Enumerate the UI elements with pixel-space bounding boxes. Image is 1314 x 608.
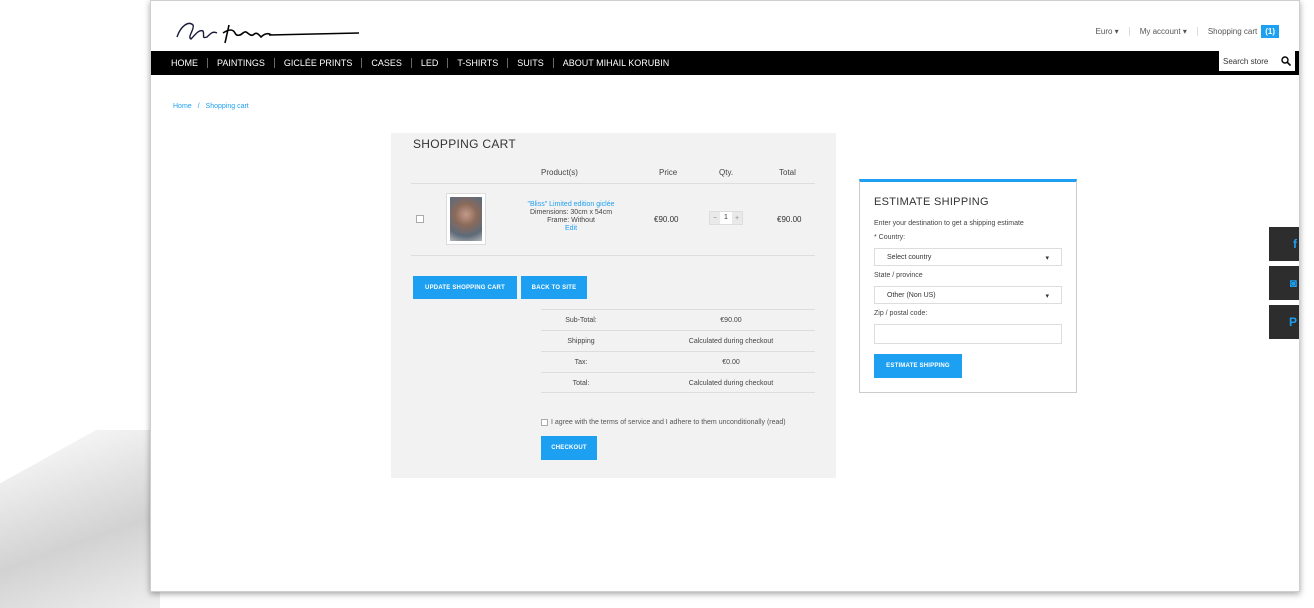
facebook-icon: f — [1293, 237, 1297, 251]
estimate-shipping-panel: ESTIMATE SHIPPING Enter your destination… — [859, 179, 1077, 393]
nav-suits[interactable]: SUITS — [507, 58, 553, 68]
qty-input[interactable]: 1 — [720, 212, 732, 224]
divider — [411, 255, 815, 256]
column-header-qty: Qty. — [719, 168, 734, 177]
subtotal-label: Sub-Total: — [565, 317, 597, 324]
qty-increase-button[interactable]: + — [732, 215, 742, 222]
zip-input[interactable] — [874, 324, 1062, 344]
account-menu[interactable]: My account ▾ — [1128, 27, 1197, 36]
item-price: €90.00 — [654, 215, 679, 224]
product-image — [450, 197, 482, 241]
cart-count-badge: (1) — [1261, 25, 1279, 38]
shipping-title: ESTIMATE SHIPPING — [874, 196, 989, 208]
pinterest-button[interactable]: P — [1269, 305, 1299, 339]
shopping-cart-panel: SHOPPING CART Product(s) Price Qty. Tota… — [391, 133, 836, 478]
shopping-cart-link[interactable]: Shopping cart (1) — [1196, 25, 1289, 38]
account-label: My account — [1139, 27, 1181, 36]
remove-item-checkbox[interactable] — [416, 215, 424, 223]
nav-t-shirts[interactable]: T-SHIRTS — [447, 58, 507, 68]
currency-label: Euro — [1095, 27, 1113, 36]
instagram-icon: ◙ — [1289, 276, 1297, 290]
shipping-intro: Enter your destination to get a shipping… — [874, 220, 1024, 227]
nav-about[interactable]: ABOUT MIHAIL KORUBIN — [552, 58, 679, 68]
brand-logo[interactable] — [173, 15, 363, 49]
column-header-product: Product(s) — [541, 168, 578, 177]
product-info: "Bliss" Limited edition giclée Dimension… — [511, 201, 631, 233]
country-value: Select country — [887, 254, 932, 261]
product-dimensions: Dimensions: 30cm x 54cm — [529, 209, 613, 216]
breadcrumb: Home / Shopping cart — [173, 103, 253, 110]
country-label: * Country: — [874, 234, 906, 241]
instagram-button[interactable]: ◙ — [1269, 266, 1299, 300]
checkout-button[interactable]: CHECKOUT — [541, 436, 597, 460]
dropdown-arrow-icon: ▾ — [1045, 293, 1049, 300]
dropdown-arrow-icon: ▾ — [1045, 255, 1049, 262]
terms-checkbox[interactable] — [541, 419, 548, 426]
cart-label: Shopping cart — [1207, 27, 1258, 36]
breadcrumb-home[interactable]: Home — [173, 103, 192, 110]
item-total: €90.00 — [777, 215, 802, 224]
state-select[interactable]: Other (Non US) ▾ — [874, 286, 1062, 304]
search-input[interactable]: Search store — [1219, 51, 1295, 71]
nav-led[interactable]: LED — [410, 58, 448, 68]
main-nav: HOME PAINTINGS GICLÉE PRINTS CASES LED T… — [151, 51, 1299, 75]
shipping-value: Calculated during checkout — [688, 338, 774, 345]
subtotal-row: Sub-Total: €90.00 — [541, 309, 815, 330]
product-frame: Frame: Without — [547, 217, 595, 224]
country-select[interactable]: Select country ▾ — [874, 248, 1062, 266]
breadcrumb-separator: / — [197, 103, 200, 110]
browser-page: Euro ▾ My account ▾ Shopping cart (1) HOM… — [150, 0, 1300, 592]
column-header-total: Total — [779, 168, 796, 177]
terms-agreement: I agree with the terms of service and I … — [541, 419, 786, 426]
zip-label: Zip / postal code: — [874, 310, 928, 317]
page-shadow — [0, 430, 160, 608]
order-total-row: Total: Calculated during checkout — [541, 372, 815, 393]
qty-decrease-button[interactable]: − — [710, 215, 720, 222]
nav-cases[interactable]: CASES — [361, 58, 411, 68]
nav-giclee-prints[interactable]: GICLÉE PRINTS — [273, 58, 362, 68]
order-total-label: Total: — [572, 380, 590, 387]
order-total-value: Calculated during checkout — [688, 380, 774, 387]
quantity-stepper: − 1 + — [709, 211, 743, 225]
product-name-link[interactable]: "Bliss" Limited edition giclée — [511, 201, 631, 209]
tax-row: Tax: €0.00 — [541, 351, 815, 372]
tax-value: €0.00 — [722, 359, 740, 366]
column-header-price: Price — [659, 168, 678, 177]
shipping-row: Shipping Calculated during checkout — [541, 330, 815, 351]
search-icon[interactable] — [1281, 56, 1291, 66]
state-label: State / province — [874, 272, 923, 279]
pinterest-icon: P — [1288, 315, 1297, 329]
header-links: Euro ▾ My account ▾ Shopping cart (1) — [1086, 25, 1289, 38]
nav-paintings[interactable]: PAINTINGS — [207, 58, 274, 68]
breadcrumb-current: Shopping cart — [205, 103, 249, 110]
shipping-label: Shipping — [567, 338, 595, 345]
edit-item-link[interactable]: Edit — [511, 225, 631, 233]
back-to-site-button[interactable]: BACK TO SITE — [521, 276, 587, 299]
product-thumbnail[interactable] — [446, 193, 486, 245]
cart-title: SHOPPING CART — [413, 137, 517, 151]
search-placeholder: Search store — [1223, 56, 1269, 66]
nav-home[interactable]: HOME — [151, 58, 207, 68]
currency-selector[interactable]: Euro ▾ — [1086, 27, 1129, 36]
divider — [411, 183, 815, 184]
tax-label: Tax: — [574, 359, 588, 366]
facebook-button[interactable]: f — [1269, 227, 1299, 261]
update-cart-button[interactable]: UPDATE SHOPPING CART — [413, 276, 517, 299]
subtotal-value: €90.00 — [720, 317, 742, 324]
state-value: Other (Non US) — [887, 292, 936, 299]
terms-text: I agree with the terms of service and I … — [551, 419, 786, 426]
estimate-shipping-button[interactable]: ESTIMATE SHIPPING — [874, 354, 962, 378]
